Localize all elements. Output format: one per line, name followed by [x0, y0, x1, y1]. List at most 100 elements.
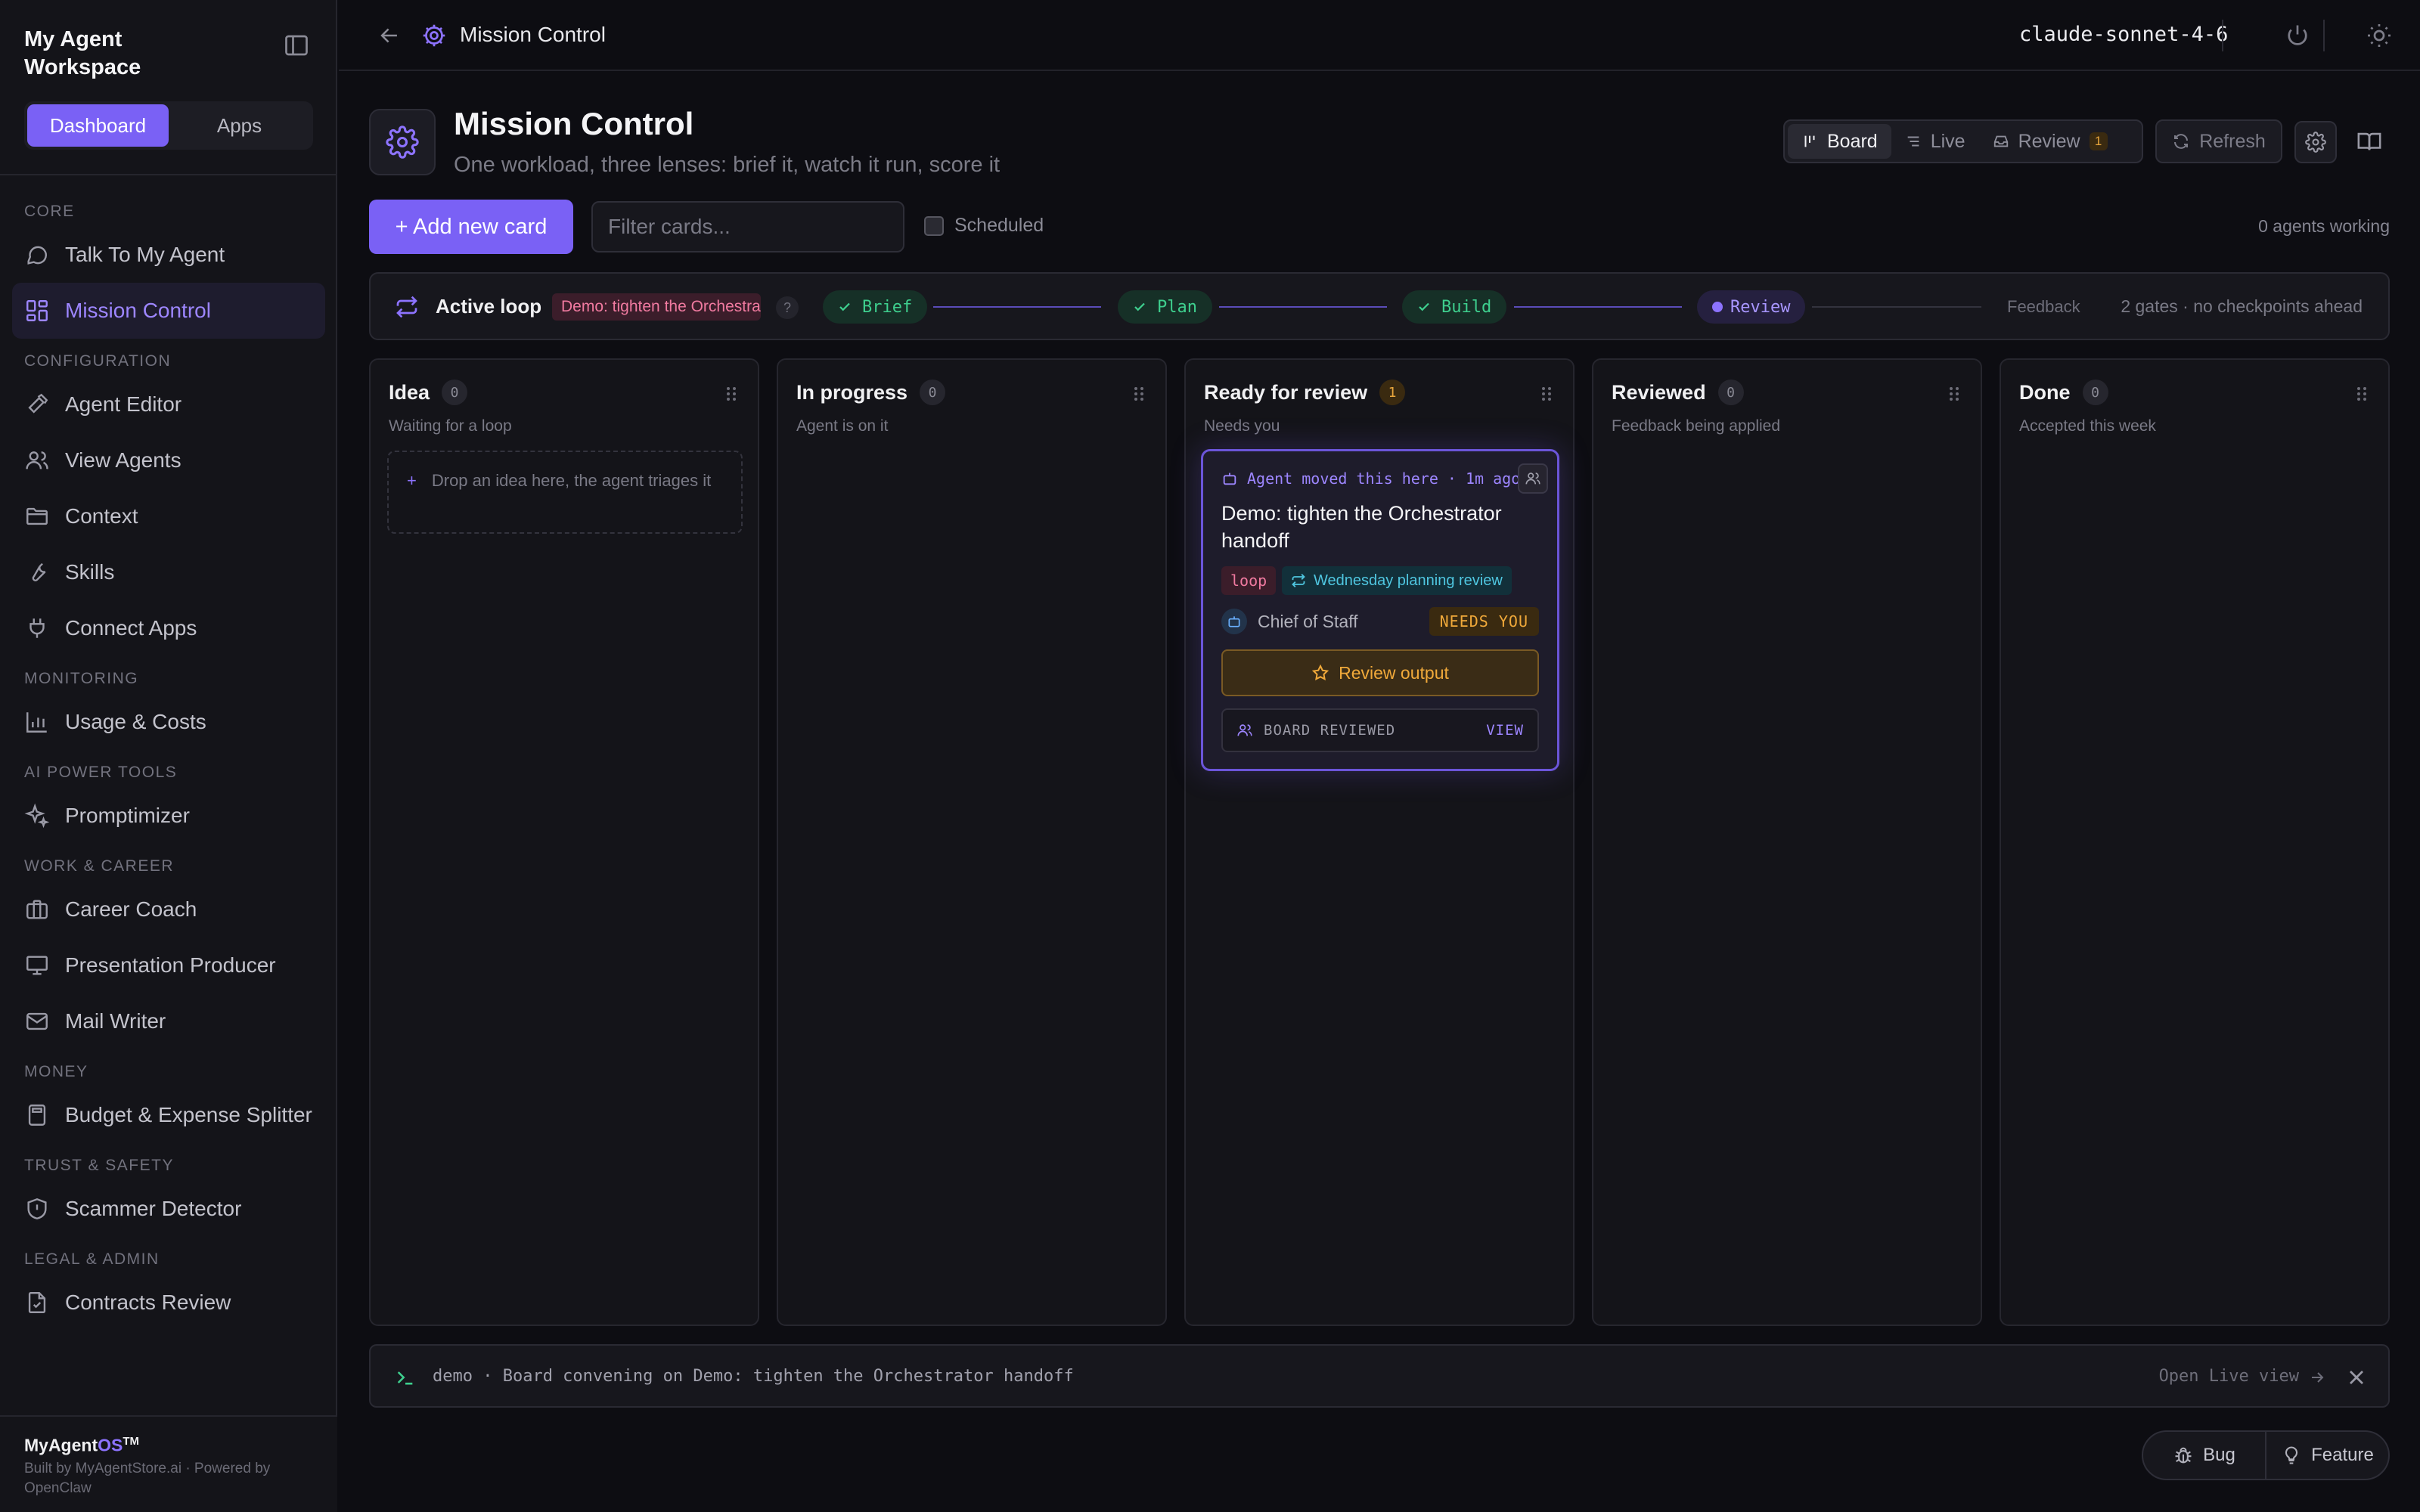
report-bug-button[interactable]: Bug [2143, 1432, 2265, 1479]
view-link[interactable]: VIEW [1486, 722, 1524, 739]
loop-step-review[interactable]: Review [1697, 290, 1806, 324]
lens-board[interactable]: Board [1788, 124, 1891, 159]
model-selector[interactable]: claude-sonnet-4-6 [2019, 23, 2228, 46]
presentation-icon [24, 953, 50, 978]
page-title: Mission Control [454, 106, 694, 141]
built-by-text: Built by MyAgentStore.ai · Powered by Op… [24, 1460, 271, 1496]
sidebar-item-context[interactable]: Context [12, 488, 325, 544]
loop-step-brief[interactable]: Brief [823, 290, 928, 324]
column-title: Reviewed [1612, 380, 1706, 404]
list-icon [1905, 133, 1922, 150]
step-label: Feedback [2007, 297, 2080, 316]
board-settings-button[interactable] [2294, 121, 2337, 163]
active-loop-chip[interactable]: Demo: tighten the Orchestrator handoff [552, 293, 761, 321]
sidebar-item-connect-apps[interactable]: Connect Apps [12, 600, 325, 656]
inbox-icon [1993, 133, 2009, 150]
sidebar-item-promptimizer[interactable]: Promptimizer [12, 788, 325, 844]
tab-apps[interactable]: Apps [169, 104, 310, 147]
loop-gates-meta: 2 gates · no checkpoints ahead [2121, 296, 2363, 316]
sidebar-item-mission-control[interactable]: Mission Control [12, 283, 325, 339]
tag-loop: loop [1221, 566, 1277, 595]
close-icon[interactable] [2344, 1365, 2369, 1390]
lightbulb-icon [2281, 1445, 2302, 1466]
step-connector [1514, 306, 1682, 308]
sidebar-item-budget-expense-splitter[interactable]: Budget & Expense Splitter [12, 1087, 325, 1143]
refresh-label: Refresh [2199, 130, 2266, 152]
card-title: Demo: tighten the Orchestrator handoff [1221, 502, 1502, 552]
filter-cards-input[interactable] [591, 201, 904, 253]
column-reviewed: Reviewed 0 Feedback being applied [1592, 358, 1982, 1326]
sidebar-item-label: Agent Editor [65, 392, 182, 416]
column-subtitle: Waiting for a loop [389, 417, 512, 435]
column-header: Ready for review 1 [1204, 380, 1406, 405]
brand-logo[interactable]: MyAgentOSTM [24, 1435, 313, 1456]
request-feature-button[interactable]: Feature [2266, 1432, 2388, 1479]
board-card[interactable]: Agent moved this here · 1m ago Demo: tig… [1201, 449, 1559, 771]
sidebar-item-label: Contracts Review [65, 1290, 231, 1314]
loop-step-plan[interactable]: Plan [1118, 290, 1212, 324]
board-reviewed-label: BOARD REVIEWED [1264, 722, 1396, 739]
loop-step-feedback[interactable]: Feedback [1992, 290, 2096, 324]
current-step-dot [1712, 302, 1723, 312]
column-ready-for-review: Ready for review 1 Needs you Agent moved… [1184, 358, 1575, 1326]
column-header: In progress 0 [796, 380, 946, 405]
lens-review[interactable]: Review 1 [1979, 124, 2121, 159]
users-icon [24, 448, 50, 473]
sidebar-item-label: Talk To My Agent [65, 243, 225, 266]
card-assignees-button[interactable] [1518, 463, 1548, 494]
review-output-button[interactable]: Review output [1221, 649, 1539, 696]
loop-step-build[interactable]: Build [1402, 290, 1507, 324]
lens-label: Board [1827, 130, 1878, 152]
sidebar-item-label: Mission Control [65, 299, 211, 322]
sidebar-item-agent-editor[interactable]: Agent Editor [12, 376, 325, 432]
users-icon [1236, 722, 1253, 739]
drag-handle-icon[interactable] [1132, 386, 1146, 402]
activity-status-line: demo · Board convening on Demo: tighten … [369, 1344, 2390, 1408]
sidebar-item-presentation-producer[interactable]: Presentation Producer [12, 937, 325, 993]
bug-label: Bug [2203, 1445, 2235, 1465]
drag-handle-icon[interactable] [724, 386, 738, 402]
back-arrow-icon[interactable] [377, 23, 402, 48]
add-new-card-button[interactable]: + Add new card [369, 200, 573, 254]
plug-icon [24, 615, 50, 641]
scheduled-toggle[interactable]: Scheduled [924, 215, 1044, 237]
sidebar-item-label: Mail Writer [65, 1009, 166, 1033]
refresh-button[interactable]: Refresh [2155, 119, 2282, 163]
divider [2222, 20, 2223, 51]
help-icon[interactable]: ? [776, 296, 799, 319]
drag-handle-icon[interactable] [1540, 386, 1553, 402]
column-title: In progress [796, 380, 908, 404]
idea-drop-zone[interactable]: + Drop an idea here, the agent triages i… [387, 451, 743, 534]
arrow-right-icon[interactable] [2308, 1368, 2326, 1387]
scheduled-checkbox[interactable] [924, 215, 944, 236]
sidebar-item-career-coach[interactable]: Career Coach [12, 881, 325, 937]
sidebar-item-view-agents[interactable]: View Agents [12, 432, 325, 488]
review-count-badge: 1 [2089, 132, 2108, 150]
lens-live[interactable]: Live [1891, 124, 1979, 159]
column-subtitle: Accepted this week [2019, 417, 2156, 435]
sidebar-collapse-icon[interactable] [283, 32, 310, 59]
drag-handle-icon[interactable] [2355, 386, 2369, 402]
open-live-view-link[interactable]: Open Live view [2159, 1367, 2299, 1386]
book-icon[interactable] [2356, 129, 2382, 154]
power-icon[interactable] [2284, 22, 2311, 49]
theme-sun-icon[interactable] [2366, 22, 2393, 49]
sidebar-nav: CORE Talk To My Agent Mission Control CO… [0, 198, 337, 1331]
check-icon [838, 300, 852, 314]
sidebar-item-skills[interactable]: Skills [12, 544, 325, 600]
column-done: Done 0 Accepted this week [2000, 358, 2390, 1326]
sidebar-item-contracts-review[interactable]: Contracts Review [12, 1275, 325, 1331]
sidebar-mode-switch: Dashboard Apps [24, 101, 313, 150]
step-label: Plan [1157, 297, 1197, 317]
sidebar-item-usage-costs[interactable]: Usage & Costs [12, 694, 325, 750]
hammer-icon [24, 392, 50, 417]
sidebar-item-talk-to-my-agent[interactable]: Talk To My Agent [12, 227, 325, 283]
bot-avatar-icon [1221, 609, 1247, 634]
sidebar-item-scammer-detector[interactable]: Scammer Detector [12, 1181, 325, 1237]
tab-dashboard[interactable]: Dashboard [27, 104, 169, 147]
sidebar-item-mail-writer[interactable]: Mail Writer [12, 993, 325, 1049]
dashboard-grid-icon [24, 298, 50, 324]
robot-icon [1221, 470, 1238, 487]
drag-handle-icon[interactable] [1947, 386, 1961, 402]
lens-label: Review [2018, 130, 2080, 152]
